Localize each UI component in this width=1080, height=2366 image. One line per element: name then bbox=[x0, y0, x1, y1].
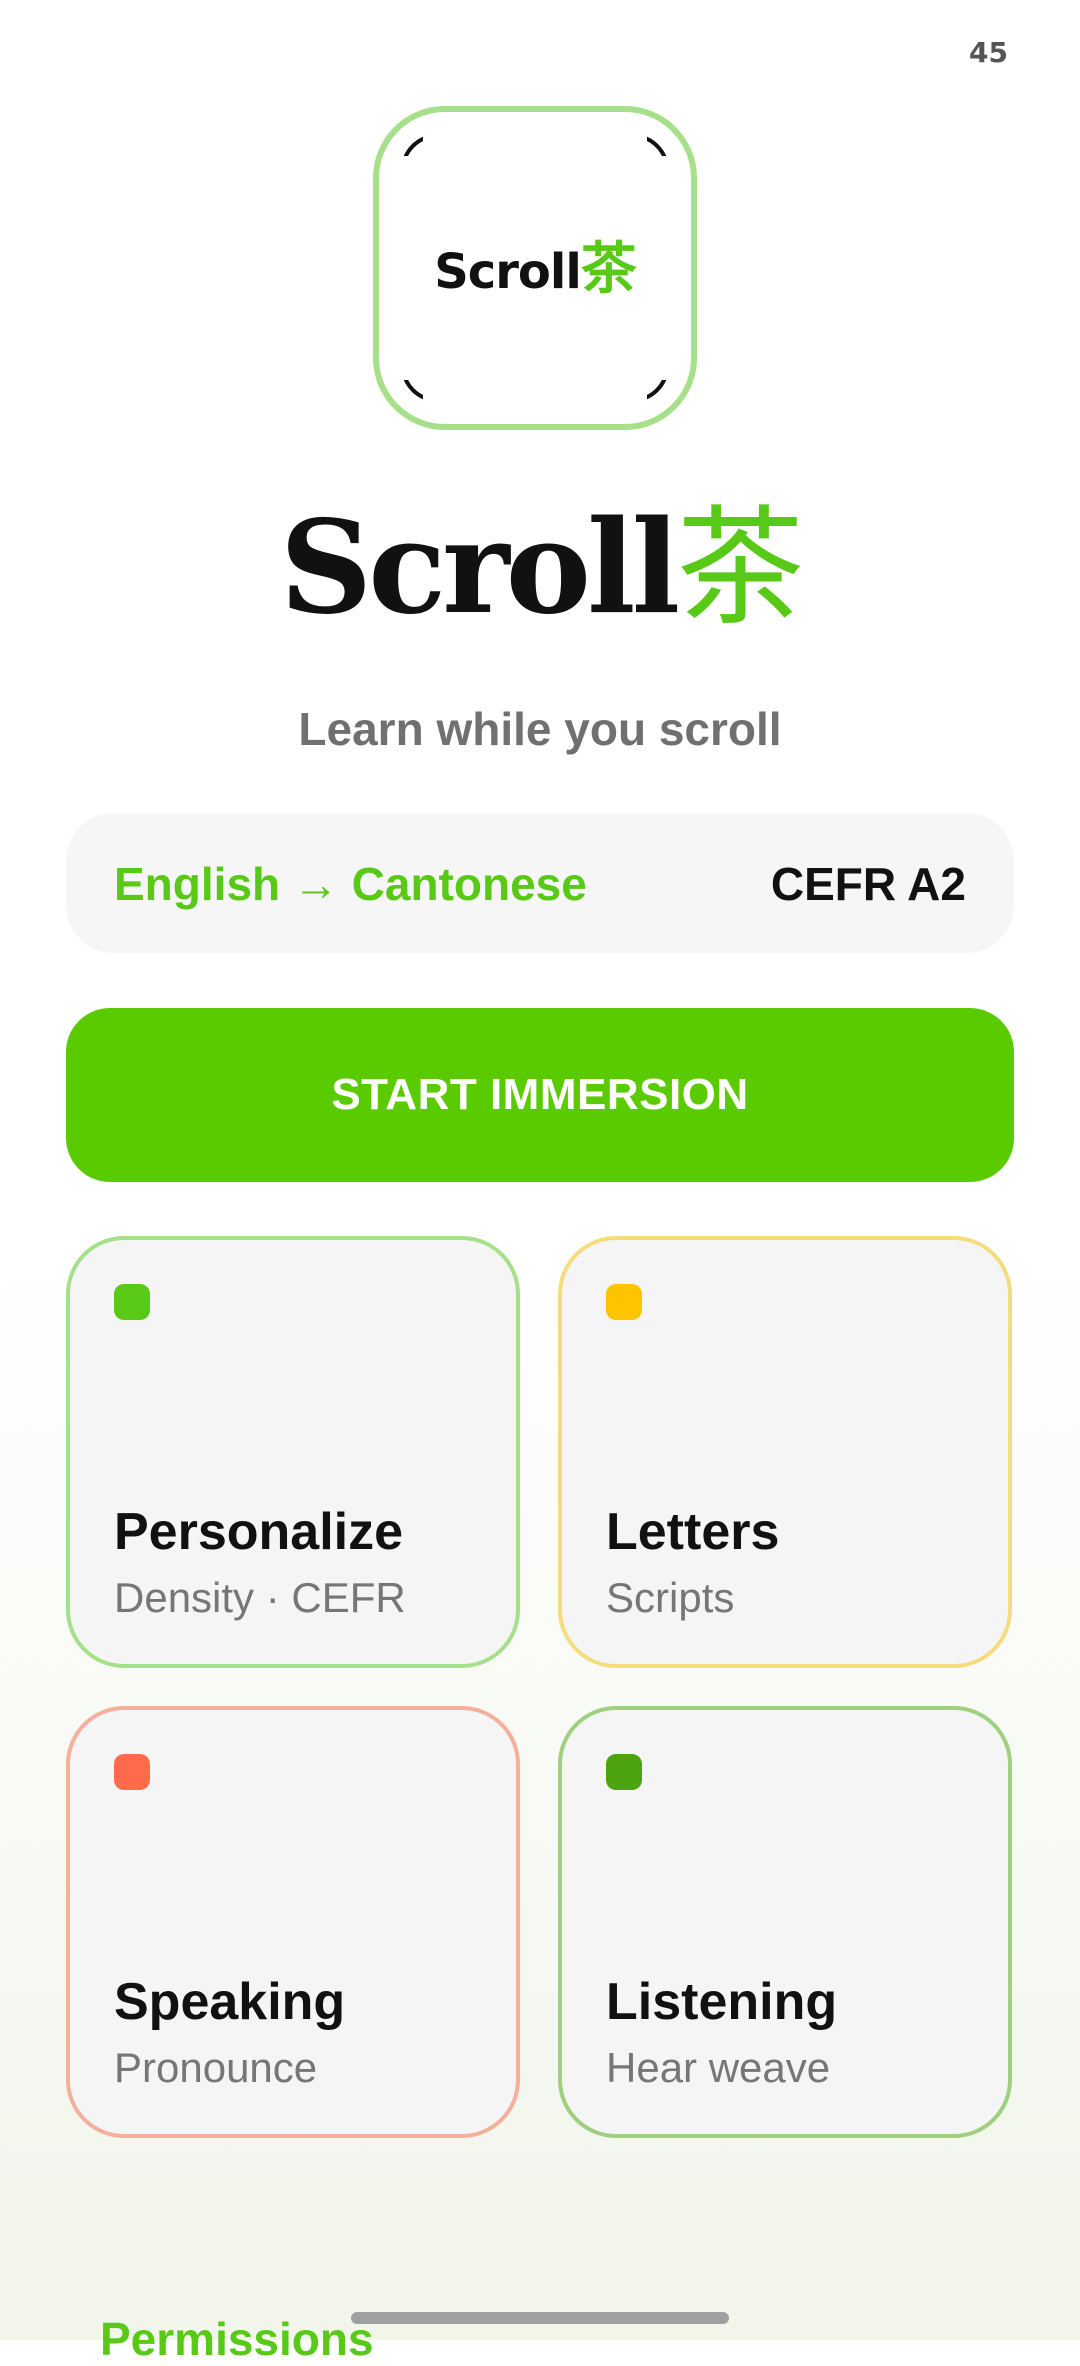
tile-subtitle: Scripts bbox=[606, 1574, 735, 1621]
tile-listening[interactable]: Listening Hear weave bbox=[558, 1706, 1012, 2138]
app-title: Scroll茶 bbox=[0, 498, 1080, 640]
tile-subtitle: Hear weave bbox=[606, 2044, 831, 2091]
tile-subtitle: Density · CEFR bbox=[114, 1574, 406, 1621]
home-indicator[interactable] bbox=[351, 2312, 729, 2324]
tile-subtitle: Pronounce bbox=[114, 2044, 318, 2091]
tile-title: Speaking bbox=[114, 1973, 346, 2031]
language-pair: English → Cantonese bbox=[114, 858, 587, 910]
app-title-char: 茶 bbox=[676, 494, 804, 643]
tagline: Learn while you scroll bbox=[298, 703, 782, 755]
tile-title: Letters bbox=[606, 1503, 780, 1561]
logo-wordmark: Scroll茶 bbox=[379, 224, 691, 305]
language-selector[interactable]: English → Cantonese CEFR A2 bbox=[66, 813, 1014, 953]
tile-title: Listening bbox=[606, 1973, 838, 2031]
permissions-heading: Permissions bbox=[100, 2313, 374, 2365]
speaking-dot-icon bbox=[114, 1754, 150, 1790]
tile-letters[interactable]: Letters Scripts bbox=[558, 1236, 1012, 1668]
cefr-level: CEFR A2 bbox=[770, 858, 966, 910]
logo-tea-char: 茶 bbox=[580, 237, 637, 302]
app-logo: Scroll茶 bbox=[373, 106, 697, 430]
start-immersion-button[interactable]: START IMMERSION bbox=[66, 1008, 1014, 1182]
letters-dot-icon bbox=[606, 1284, 642, 1320]
logo-word: Scroll bbox=[434, 244, 582, 300]
tile-title: Personalize bbox=[114, 1503, 404, 1561]
status-time: 45 bbox=[969, 36, 1008, 69]
tile-personalize[interactable]: Personalize Density · CEFR bbox=[66, 1236, 520, 1668]
tile-speaking[interactable]: Speaking Pronounce bbox=[66, 1706, 520, 2138]
personalize-dot-icon bbox=[114, 1284, 150, 1320]
app-title-word: Scroll bbox=[279, 493, 680, 643]
listening-dot-icon bbox=[606, 1754, 642, 1790]
